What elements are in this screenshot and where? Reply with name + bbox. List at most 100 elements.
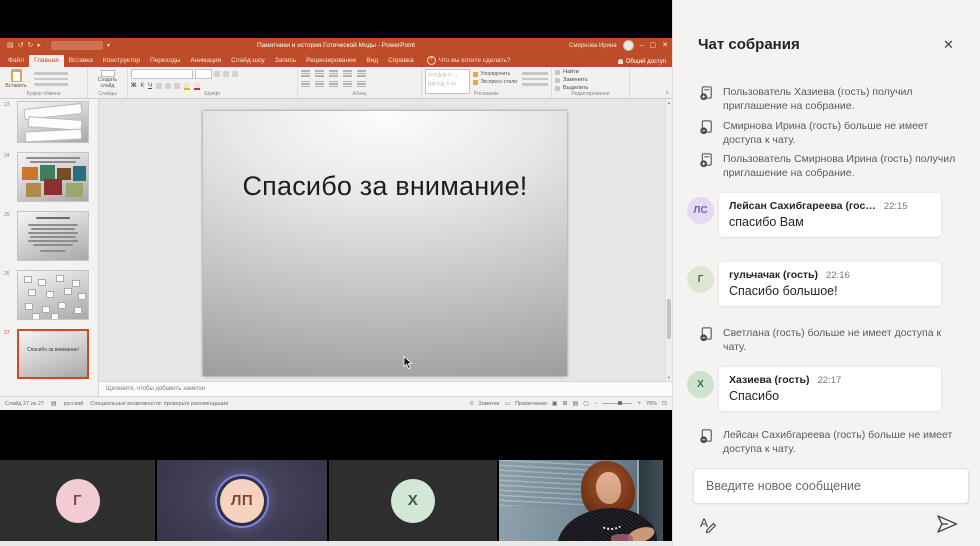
system-message: Лейсан Сахибгареева (гость) больше не им… — [673, 428, 980, 456]
share-label: Общий доступ — [626, 59, 666, 65]
new-slide-label[interactable]: Создать слайд — [91, 78, 124, 89]
redo-icon[interactable]: ↻ — [28, 42, 34, 49]
zoom-out-icon[interactable]: − — [594, 401, 598, 407]
avatar[interactable]: Г — [687, 266, 714, 293]
grow-shrink-font-buttons[interactable] — [214, 71, 238, 77]
shape-fill-outline-effects[interactable] — [522, 69, 548, 89]
slideshow-view-icon[interactable]: ▢ — [583, 400, 589, 407]
find-button[interactable]: Найти — [555, 69, 626, 75]
thumbnail-caption: Спасибо за внимание! — [19, 347, 87, 353]
tab-transitions[interactable]: Переходы — [145, 55, 186, 68]
zoom-in-icon[interactable]: + — [637, 401, 641, 407]
slide-canvas[interactable]: Спасибо за внимание! — [203, 111, 567, 376]
language-indicator[interactable]: русский — [64, 401, 84, 407]
font-color-button[interactable] — [194, 82, 200, 90]
tab-slideshow[interactable]: Слайд-шоу — [226, 55, 270, 68]
send-button[interactable] — [935, 512, 959, 536]
tab-view[interactable]: Вид — [361, 55, 383, 68]
group-font: Ж К Ч Шрифт — [128, 67, 298, 98]
paste-button[interactable]: Вставить — [3, 69, 29, 89]
zoom-slider[interactable] — [602, 403, 632, 404]
slide-counter: Слайд 27 из 27 — [5, 401, 44, 407]
zoom-level[interactable]: 78% — [646, 401, 657, 407]
qat-dropdown-icon[interactable]: ▾ — [107, 42, 110, 49]
tab-record[interactable]: Запись — [270, 55, 301, 68]
account-avatar[interactable] — [623, 40, 634, 51]
group-label-clipboard: Буфер обмена — [0, 91, 87, 97]
svg-text:A: A — [700, 516, 708, 530]
participant-tile-lp-speaking[interactable]: ЛП — [157, 460, 327, 541]
tab-home[interactable]: Главная — [29, 55, 64, 68]
avatar: Х — [391, 479, 435, 523]
slide-thumbnail[interactable]: 23 — [4, 101, 94, 143]
replace-button[interactable]: Заменить — [555, 77, 626, 83]
notes-toggle[interactable]: Заметки — [478, 401, 499, 407]
comments-toggle[interactable]: Примечания — [515, 401, 547, 407]
alignment-buttons[interactable] — [301, 81, 418, 88]
arrange-button[interactable]: Упорядочить — [473, 71, 517, 77]
tell-me-box[interactable]: ? Что вы хотите сделать? — [427, 56, 511, 65]
tab-insert[interactable]: Вставка — [64, 55, 98, 68]
zoom-slider-handle[interactable] — [618, 401, 622, 405]
participant-tile-g[interactable]: Г — [0, 460, 155, 541]
underline-button[interactable]: Ч — [148, 83, 152, 89]
message-text: Спасибо большое! — [729, 284, 931, 298]
chat-input[interactable] — [693, 468, 969, 504]
start-presentation-icon[interactable]: ▸ — [37, 42, 41, 49]
tab-help[interactable]: Справка — [383, 55, 419, 68]
tab-animations[interactable]: Анимации — [185, 55, 226, 68]
tab-review[interactable]: Рецензирование — [301, 55, 361, 68]
font-name-combobox[interactable] — [131, 69, 193, 79]
notes-pane[interactable]: Щелкните, чтобы добавить заметки — [99, 381, 672, 396]
save-icon[interactable]: ▤ — [7, 42, 14, 49]
accessibility-status[interactable]: Специальные возможности: проверьте реком… — [90, 401, 228, 407]
avatar[interactable]: ЛС — [687, 197, 714, 224]
minimize-button[interactable]: – — [640, 42, 644, 49]
participant-tile-camera[interactable] — [499, 460, 663, 541]
reading-view-icon[interactable]: ▤ — [573, 400, 579, 407]
system-message: Светлана (гость) больше не имеет доступа… — [673, 326, 980, 354]
undo-icon[interactable]: ↺ — [18, 42, 24, 49]
new-slide-icon[interactable] — [101, 70, 115, 77]
chat-title: Чат собрания — [698, 36, 800, 53]
thumbnail-preview — [17, 152, 89, 202]
notes-placeholder: Щелкните, чтобы добавить заметки — [106, 386, 205, 392]
slide-thumbnail[interactable]: 25 — [4, 211, 94, 261]
slide-sorter-view-icon[interactable]: ⊞ — [563, 400, 568, 407]
collapse-ribbon-icon[interactable]: ∧ — [665, 90, 669, 96]
text-effect-buttons[interactable] — [156, 83, 180, 89]
font-size-combobox[interactable] — [195, 69, 212, 79]
slide-thumbnail[interactable]: 26 — [4, 270, 94, 320]
vertical-scrollbar[interactable]: ▲ ▼ — [665, 99, 672, 381]
participant-tile-h[interactable]: Х — [329, 460, 497, 541]
group-label-slides: Слайды — [88, 91, 127, 97]
quick-styles-button[interactable]: Экспресс-стили — [473, 79, 517, 85]
format-button[interactable]: A — [698, 514, 718, 534]
cut-copy-painter-buttons[interactable] — [34, 72, 68, 89]
bold-button[interactable]: Ж — [131, 83, 136, 89]
share-button[interactable]: Общий доступ — [618, 59, 666, 65]
avatar[interactable]: Х — [687, 371, 714, 398]
chat-close-icon[interactable]: ✕ — [943, 38, 954, 51]
tab-design[interactable]: Конструктор — [98, 55, 145, 68]
system-message-text: Светлана (гость) больше не имеет доступа… — [723, 326, 961, 354]
list-indent-buttons[interactable] — [301, 70, 418, 77]
slide-thumbnail-selected[interactable]: 27 Спасибо за внимание! — [4, 329, 94, 379]
system-message-text: Пользователь Смирнова Ирина (гость) полу… — [723, 152, 961, 180]
slide-thumbnail[interactable]: 24 — [4, 152, 94, 202]
message-time: 22:17 — [818, 375, 842, 386]
normal-view-icon[interactable]: ▣ — [552, 400, 558, 407]
autosave-toggle[interactable] — [51, 41, 103, 50]
message-text: Спасибо — [729, 389, 931, 403]
scrollbar-thumb[interactable] — [667, 299, 671, 339]
spellcheck-icon[interactable]: ▤ — [51, 400, 57, 407]
close-button[interactable]: ✕ — [662, 42, 668, 49]
highlight-color-button[interactable] — [184, 82, 190, 90]
tab-file[interactable]: Файл — [3, 55, 29, 68]
italic-button[interactable]: К — [140, 83, 144, 89]
maximize-button[interactable]: ▢ — [650, 42, 657, 49]
slide-title-text[interactable]: Спасибо за внимание! — [203, 171, 567, 202]
group-editing: Найти Заменить Выделить Редактирование — [552, 67, 630, 98]
fit-to-window-icon[interactable]: ⊡ — [662, 400, 667, 407]
chat-message-card: Лейсан Сахибгареева (гос… 22:15 спасибо … — [719, 193, 941, 237]
